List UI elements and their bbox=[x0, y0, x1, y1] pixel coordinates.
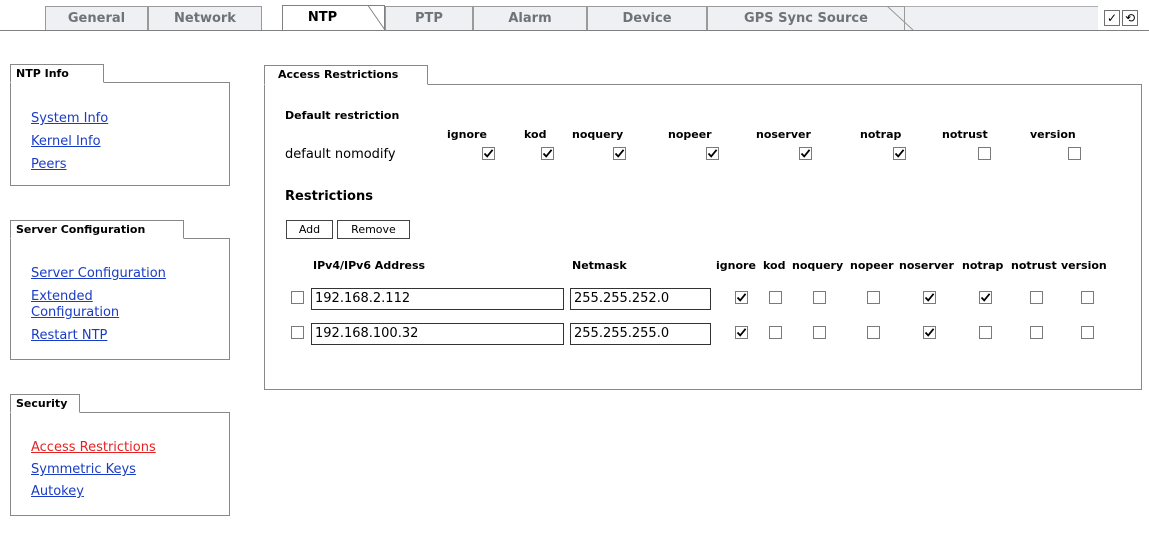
tab-alarm[interactable]: Alarm bbox=[473, 6, 587, 30]
link-restart-ntp[interactable]: Restart NTP bbox=[31, 328, 107, 343]
default-header-noserver: noserver bbox=[756, 128, 811, 141]
apply-check-icon[interactable]: ✓ bbox=[1104, 10, 1120, 26]
add-button[interactable]: Add bbox=[286, 220, 333, 239]
link-peers[interactable]: Peers bbox=[31, 157, 67, 172]
address-input[interactable]: 192.168.100.32 bbox=[311, 323, 564, 345]
reload-icon[interactable]: ⟲ bbox=[1122, 10, 1138, 26]
link-extended-configuration-line2[interactable]: Configuration bbox=[31, 305, 119, 320]
row-nopeer-checkbox[interactable] bbox=[867, 291, 880, 304]
tab-label: GPS Sync Source bbox=[744, 11, 868, 26]
row-noserver-checkbox[interactable] bbox=[923, 326, 936, 339]
default-version-checkbox[interactable] bbox=[1068, 147, 1081, 160]
link-kernel-info[interactable]: Kernel Info bbox=[31, 134, 101, 149]
tab-bar-filler bbox=[905, 6, 1098, 31]
default-header-kod: kod bbox=[524, 128, 547, 141]
default-noserver-checkbox[interactable] bbox=[799, 147, 812, 160]
row-notrust-checkbox[interactable] bbox=[1030, 326, 1043, 339]
row-select-checkbox[interactable] bbox=[291, 291, 304, 304]
row-notrap-checkbox[interactable] bbox=[979, 326, 992, 339]
flag-header-notrust: notrust bbox=[1011, 259, 1057, 272]
restrictions-heading: Restrictions bbox=[285, 189, 373, 204]
default-header-version: version bbox=[1030, 128, 1076, 141]
row-version-checkbox[interactable] bbox=[1081, 326, 1094, 339]
link-symmetric-keys[interactable]: Symmetric Keys bbox=[31, 462, 136, 477]
ntp-info-title: NTP Info bbox=[10, 64, 104, 83]
default-header-nopeer: nopeer bbox=[668, 128, 712, 141]
row-noquery-checkbox[interactable] bbox=[813, 291, 826, 304]
address-input[interactable]: 192.168.2.112 bbox=[311, 288, 564, 310]
netmask-column-header: Netmask bbox=[572, 259, 627, 272]
default-header-notrap: notrap bbox=[860, 128, 902, 141]
row-version-checkbox[interactable] bbox=[1081, 291, 1094, 304]
netmask-input[interactable]: 255.255.255.0 bbox=[570, 323, 711, 345]
row-notrap-checkbox[interactable] bbox=[979, 291, 992, 304]
remove-button[interactable]: Remove bbox=[337, 220, 410, 239]
default-nomodify-label: default nomodify bbox=[285, 147, 396, 162]
row-noserver-checkbox[interactable] bbox=[923, 291, 936, 304]
link-access-restrictions[interactable]: Access Restrictions bbox=[31, 440, 156, 455]
link-autokey[interactable]: Autokey bbox=[31, 484, 84, 499]
flag-header-version: version bbox=[1061, 259, 1107, 272]
default-notrap-checkbox[interactable] bbox=[893, 147, 906, 160]
netmask-input[interactable]: 255.255.252.0 bbox=[570, 288, 711, 310]
server-config-title: Server Configuration bbox=[10, 220, 184, 239]
tab-network[interactable]: Network bbox=[148, 6, 262, 30]
default-header-noquery: noquery bbox=[572, 128, 624, 141]
default-header-notrust: notrust bbox=[942, 128, 988, 141]
tab-general[interactable]: General bbox=[45, 6, 148, 30]
tab-label: Network bbox=[174, 11, 236, 26]
row-notrust-checkbox[interactable] bbox=[1030, 291, 1043, 304]
default-notrust-checkbox[interactable] bbox=[978, 147, 991, 160]
flag-header-nopeer: nopeer bbox=[850, 259, 894, 272]
row-select-checkbox[interactable] bbox=[291, 326, 304, 339]
tab-label: NTP bbox=[307, 10, 338, 25]
link-system-info[interactable]: System Info bbox=[31, 111, 108, 126]
default-ignore-checkbox[interactable] bbox=[482, 147, 495, 160]
tab-bar: General Network NTP PTP Alarm Device GPS… bbox=[0, 0, 1149, 31]
tab-end-slant-icon bbox=[887, 6, 914, 31]
flag-header-ignore: ignore bbox=[716, 259, 756, 272]
row-noquery-checkbox[interactable] bbox=[813, 326, 826, 339]
access-restrictions-title: Access Restrictions bbox=[264, 65, 428, 85]
address-column-header: IPv4/IPv6 Address bbox=[313, 259, 426, 272]
tab-ntp[interactable]: NTP bbox=[282, 5, 385, 31]
tab-label: Alarm bbox=[508, 11, 552, 26]
security-title: Security bbox=[10, 394, 80, 413]
link-extended-configuration[interactable]: Extended bbox=[31, 289, 93, 304]
tab-device[interactable]: Device bbox=[587, 6, 707, 30]
tab-label: Device bbox=[622, 11, 672, 26]
row-nopeer-checkbox[interactable] bbox=[867, 326, 880, 339]
tab-corner-icon bbox=[367, 5, 385, 30]
flag-header-kod: kod bbox=[763, 259, 786, 272]
default-noquery-checkbox[interactable] bbox=[613, 147, 626, 160]
tab-label: General bbox=[67, 11, 126, 26]
flag-header-notrap: notrap bbox=[962, 259, 1004, 272]
flag-header-noquery: noquery bbox=[792, 259, 844, 272]
default-restriction-heading: Default restriction bbox=[285, 109, 400, 122]
default-kod-checkbox[interactable] bbox=[541, 147, 554, 160]
tab-label: PTP bbox=[415, 11, 443, 26]
tab-gps-sync-source[interactable]: GPS Sync Source bbox=[707, 6, 905, 30]
row-kod-checkbox[interactable] bbox=[769, 291, 782, 304]
tab-divider bbox=[0, 30, 1149, 31]
row-ignore-checkbox[interactable] bbox=[735, 291, 748, 304]
link-server-configuration[interactable]: Server Configuration bbox=[31, 266, 166, 281]
default-nopeer-checkbox[interactable] bbox=[706, 147, 719, 160]
tab-ptp[interactable]: PTP bbox=[385, 6, 473, 30]
default-header-ignore: ignore bbox=[447, 128, 487, 141]
row-ignore-checkbox[interactable] bbox=[735, 326, 748, 339]
flag-header-noserver: noserver bbox=[899, 259, 954, 272]
row-kod-checkbox[interactable] bbox=[769, 326, 782, 339]
